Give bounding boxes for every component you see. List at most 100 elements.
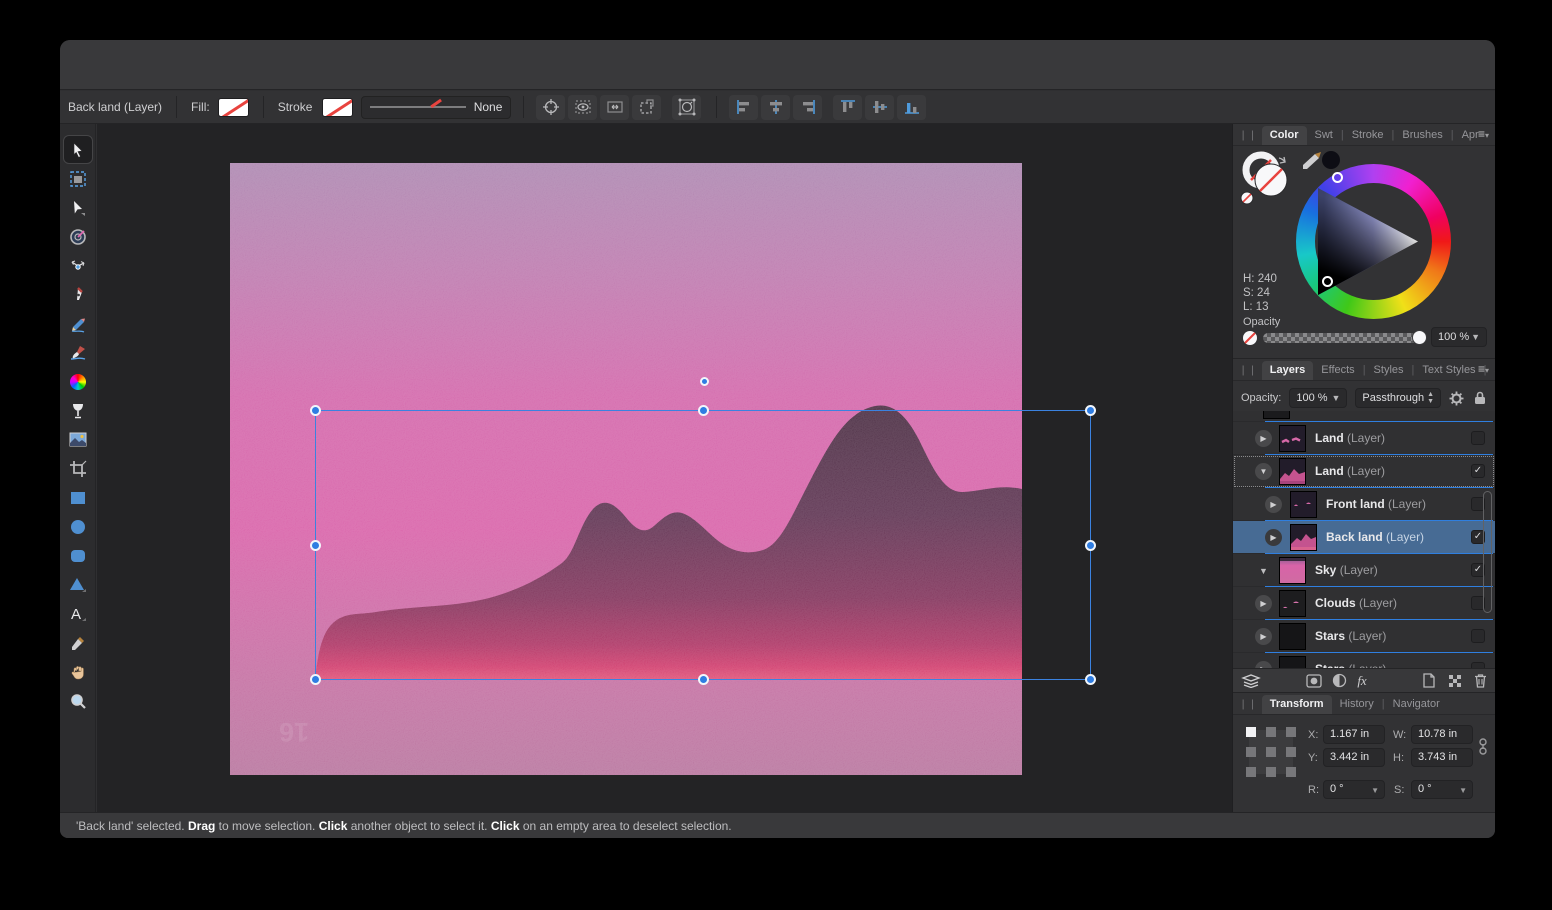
h-field[interactable]: 3.743 in [1411, 748, 1473, 767]
fill-swatch[interactable] [218, 98, 249, 117]
transform-bounds-icon[interactable] [632, 95, 661, 120]
opacity-slider[interactable] [1263, 333, 1421, 343]
tab-styles[interactable]: Styles [1366, 361, 1412, 380]
artboard-tool[interactable] [63, 164, 93, 193]
view-selection-icon[interactable] [568, 95, 597, 120]
triangle-tool[interactable] [63, 570, 93, 599]
layer-row-land-1[interactable]: ▶ Land (Layer) [1233, 422, 1495, 455]
hue-selector[interactable] [1332, 172, 1343, 183]
tab-swatches[interactable]: Swt [1307, 126, 1341, 145]
expand-arrow-icon[interactable]: ▶ [1255, 628, 1272, 645]
fx-icon[interactable]: fx [1357, 673, 1366, 689]
snap-target-icon[interactable] [536, 95, 565, 120]
y-field[interactable]: 3.442 in [1323, 748, 1385, 767]
vector-crop-tool[interactable] [63, 454, 93, 483]
stroke-width-slider[interactable]: None [361, 96, 511, 119]
selection-handle-bottom-center[interactable] [698, 674, 709, 685]
fill-tool[interactable] [63, 367, 93, 396]
tab-transform[interactable]: Transform [1262, 695, 1332, 714]
shear-dropdown[interactable]: 0 °▼ [1411, 780, 1473, 799]
x-field[interactable]: 1.167 in [1323, 725, 1385, 744]
fill-stroke-selector[interactable] [1239, 150, 1299, 206]
selection-handle-mid-right[interactable] [1085, 540, 1096, 551]
pencil-tool[interactable] [63, 309, 93, 338]
sl-selector[interactable] [1322, 276, 1333, 287]
move-tool[interactable] [63, 135, 93, 164]
rounded-rectangle-tool[interactable] [63, 541, 93, 570]
visibility-checkbox[interactable]: ✓ [1471, 464, 1485, 478]
layer-row-land-2[interactable]: ▼ Land (Layer) ✓ [1233, 455, 1495, 488]
tab-layers[interactable]: Layers [1262, 361, 1313, 380]
corner-tool[interactable] [63, 251, 93, 280]
expand-arrow-icon[interactable]: ▶ [1265, 496, 1282, 513]
layer-row-partial-top[interactable] [1233, 411, 1495, 422]
selection-handle-top-left[interactable] [310, 405, 321, 416]
layer-row-stars-2[interactable]: ▶ Stars (Layer) [1233, 653, 1495, 669]
color-wheel[interactable] [1296, 164, 1451, 319]
layer-row-stars-1[interactable]: ▶ Stars (Layer) [1233, 620, 1495, 653]
collapse-arrow-icon[interactable]: ▼ [1255, 562, 1272, 579]
layers-opacity-dropdown[interactable]: 100 %▼ [1289, 388, 1347, 408]
adjustment-icon[interactable] [1332, 673, 1347, 688]
zoom-tool[interactable] [63, 686, 93, 715]
rectangle-tool[interactable] [63, 483, 93, 512]
ellipse-tool[interactable] [63, 512, 93, 541]
align-top-icon[interactable] [833, 95, 862, 120]
tab-effects[interactable]: Effects [1313, 361, 1362, 380]
tab-color[interactable]: Color [1262, 126, 1307, 145]
link-dimensions-icon[interactable] [1479, 737, 1487, 757]
layer-row-clouds[interactable]: ▶ Clouds (Layer) [1233, 587, 1495, 620]
align-bottom-icon[interactable] [897, 95, 926, 120]
anchor-point-selector[interactable] [1245, 726, 1297, 778]
tab-navigator[interactable]: Navigator [1385, 695, 1448, 714]
point-transform-tool[interactable] [63, 222, 93, 251]
new-layer-icon[interactable] [1422, 673, 1436, 688]
node-tool[interactable] [63, 193, 93, 222]
tab-stroke[interactable]: Stroke [1344, 126, 1392, 145]
color-picker-tool[interactable] [63, 628, 93, 657]
delete-layer-trash-icon[interactable] [1474, 673, 1487, 688]
selection-rotation-handle[interactable] [700, 377, 709, 386]
panel-menu-icon[interactable]: ≡▾ [1478, 127, 1489, 141]
selection-handle-bottom-left[interactable] [310, 674, 321, 685]
opacity-slider-handle[interactable] [1412, 330, 1427, 345]
expand-arrow-icon[interactable]: ▶ [1255, 430, 1272, 447]
align-middle-icon[interactable] [865, 95, 894, 120]
color-opacity-dropdown[interactable]: 100 %▼ [1431, 327, 1487, 347]
view-tool[interactable] [63, 657, 93, 686]
selection-handle-mid-left[interactable] [310, 540, 321, 551]
panel-grip[interactable]: ❘❘ [1239, 365, 1258, 376]
panel-grip[interactable]: ❘❘ [1239, 699, 1258, 710]
lock-icon[interactable] [1473, 390, 1487, 406]
pen-tool[interactable] [63, 280, 93, 309]
canvas-pasteboard[interactable]: 16 [97, 124, 1232, 812]
align-left-icon[interactable] [729, 95, 758, 120]
panel-menu-icon[interactable]: ≡▾ [1478, 362, 1489, 376]
color-picker-sample[interactable] [1297, 150, 1341, 172]
artistic-text-tool[interactable]: A [63, 599, 93, 628]
layer-row-front-land[interactable]: ▶ Front land (Layer) [1233, 488, 1495, 521]
layers-scrollbar[interactable] [1483, 491, 1492, 613]
align-center-h-icon[interactable] [761, 95, 790, 120]
transparency-tool[interactable] [63, 396, 93, 425]
rotation-dropdown[interactable]: 0 °▼ [1323, 780, 1385, 799]
layer-settings-gear-icon[interactable] [1448, 390, 1465, 407]
rotate-selection-icon[interactable] [672, 95, 701, 120]
selection-handle-bottom-right[interactable] [1085, 674, 1096, 685]
collapse-arrow-icon[interactable]: ▼ [1255, 463, 1272, 480]
blend-mode-dropdown[interactable]: Passthrough▲▼ [1355, 388, 1441, 408]
mask-icon[interactable] [1306, 674, 1322, 688]
selection-bounding-box[interactable] [315, 410, 1091, 680]
selection-handle-top-right[interactable] [1085, 405, 1096, 416]
expand-arrow-icon[interactable]: ▶ [1255, 595, 1272, 612]
place-image-tool[interactable] [63, 425, 93, 454]
layer-stack-icon[interactable] [1241, 674, 1261, 688]
tab-brushes[interactable]: Brushes [1394, 126, 1450, 145]
opacity-none-swatch[interactable] [1242, 330, 1258, 346]
visibility-checkbox[interactable] [1471, 431, 1485, 445]
layer-row-sky[interactable]: ▼ Sky (Layer) ✓ [1233, 554, 1495, 587]
align-right-icon[interactable] [793, 95, 822, 120]
tab-text-styles[interactable]: Text Styles [1414, 361, 1483, 380]
expand-arrow-icon[interactable]: ▶ [1265, 529, 1282, 546]
w-field[interactable]: 10.78 in [1411, 725, 1473, 744]
